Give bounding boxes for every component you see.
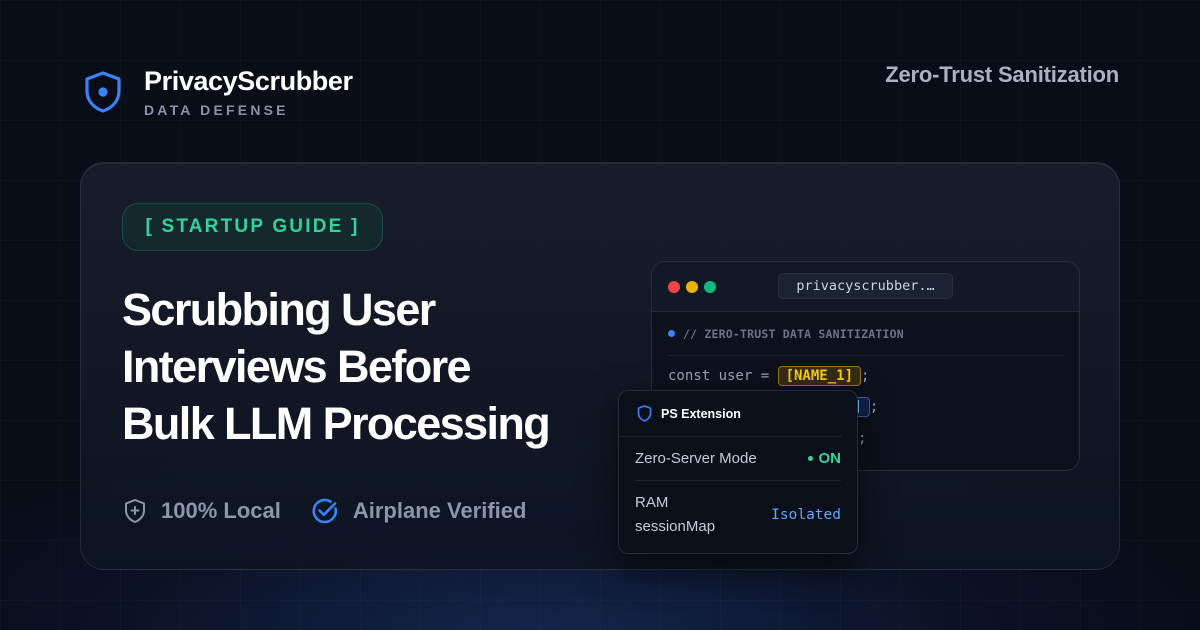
url-bar[interactable]: privacyscrubber.… bbox=[778, 273, 953, 299]
extension-popup: PS Extension Zero-Server Mode ON RAM ses… bbox=[618, 390, 858, 554]
hero-card: [ STARTUP GUIDE ] Scrubbing User Intervi… bbox=[80, 162, 1120, 570]
startup-guide-badge: [ STARTUP GUIDE ] bbox=[122, 203, 383, 251]
code-comment: // ZERO-TRUST DATA SANITIZATION bbox=[668, 312, 1063, 356]
feature-list: 100% Local Airplane Verified bbox=[123, 497, 526, 525]
code-line-2-suffix: ; bbox=[869, 399, 879, 415]
zero-server-label: Zero-Server Mode bbox=[635, 449, 757, 467]
code-line-1-prefix: const user = bbox=[668, 368, 778, 384]
comment-dot bbox=[668, 330, 675, 337]
headline-line-2: Interviews Before bbox=[122, 341, 472, 392]
brand-name: PrivacyScrubber bbox=[144, 66, 353, 96]
code-body: // ZERO-TRUST DATA SANITIZATION bbox=[652, 312, 1079, 356]
popup-row-zero-server[interactable]: Zero-Server Mode ON bbox=[635, 437, 841, 481]
zero-server-value: ON bbox=[818, 450, 842, 467]
window-maximize-dot[interactable] bbox=[704, 281, 716, 293]
window-minimize-dot[interactable] bbox=[686, 281, 698, 293]
code-line-1-suffix: ; bbox=[861, 368, 870, 384]
popup-header: PS Extension bbox=[619, 391, 842, 437]
circle-check-icon bbox=[312, 498, 337, 524]
brand-tagline: DATA DEFENSE bbox=[144, 102, 289, 118]
window-close-dot[interactable] bbox=[668, 281, 680, 293]
ram-session-label: RAM sessionMap bbox=[635, 491, 715, 539]
status-dot bbox=[807, 456, 813, 461]
brand-header: PrivacyScrubber DATA DEFENSE bbox=[84, 66, 353, 118]
token-name-1: [NAME_1] bbox=[777, 366, 862, 386]
headline: Scrubbing User Interviews Before Bulk LL… bbox=[122, 281, 642, 452]
brand-text: PrivacyScrubber DATA DEFENSE bbox=[144, 66, 353, 118]
popup-title: PS Extension bbox=[661, 406, 741, 421]
feature-airplane: Airplane Verified bbox=[311, 497, 527, 525]
header-right-label: Zero-Trust Sanitization bbox=[885, 62, 1119, 87]
code-line-1: const user = [NAME_1]; bbox=[668, 366, 869, 386]
feature-airplane-label: Airplane Verified bbox=[352, 498, 527, 523]
code-comment-text: // ZERO-TRUST DATA SANITIZATION bbox=[683, 326, 904, 341]
feature-local-label: 100% Local bbox=[161, 498, 281, 523]
code-window-titlebar: privacyscrubber.… bbox=[652, 262, 1079, 312]
headline-line-1: Scrubbing User bbox=[122, 284, 436, 335]
shield-icon bbox=[85, 71, 121, 113]
ram-label: RAM bbox=[635, 494, 669, 511]
ram-session-value: Isolated bbox=[771, 507, 841, 523]
zero-server-status: ON bbox=[807, 450, 842, 467]
popup-row-ram-session[interactable]: RAM sessionMap Isolated bbox=[635, 485, 841, 545]
shield-icon bbox=[637, 405, 652, 422]
feature-local: 100% Local bbox=[123, 498, 281, 524]
shield-check-icon bbox=[125, 499, 145, 523]
headline-line-3: Bulk LLM Processing bbox=[122, 398, 551, 449]
session-map-label: sessionMap bbox=[635, 518, 716, 535]
code-line-3-suffix: ; bbox=[858, 430, 867, 447]
